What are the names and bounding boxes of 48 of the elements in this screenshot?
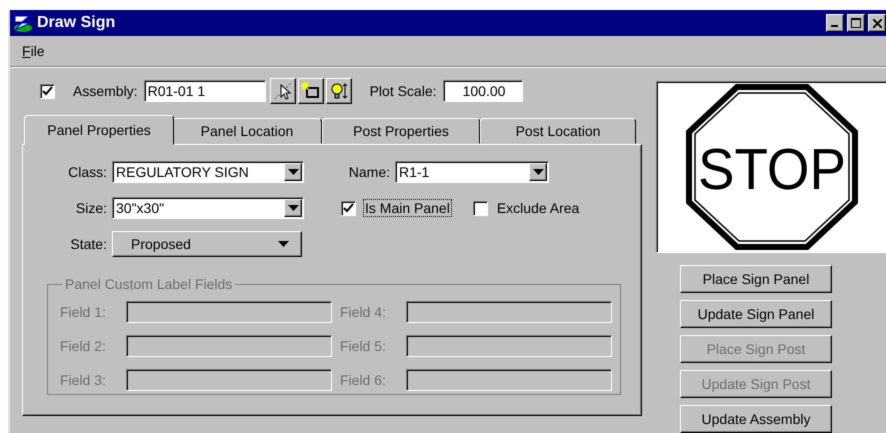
- combo-box[interactable]: 30"x30": [112, 197, 304, 219]
- field-label: Field 5:: [340, 338, 387, 354]
- caret-icon: [288, 169, 298, 175]
- field-label: Plot Scale:: [370, 83, 437, 99]
- assembly-field[interactable]: R01-01 1: [144, 80, 266, 102]
- tab[interactable]: Post Location: [480, 118, 636, 144]
- action-button[interactable]: Update Assembly: [680, 405, 832, 433]
- menu-item[interactable]: File: [18, 41, 49, 61]
- field-label: Field 6:: [340, 372, 387, 388]
- dropdown-button[interactable]: [284, 163, 302, 181]
- field-label: Field 1:: [60, 304, 107, 320]
- combo-box[interactable]: REGULATORY SIGN: [112, 161, 304, 183]
- field-label: Size:: [76, 200, 107, 216]
- checkbox[interactable]: [341, 200, 356, 216]
- field-label: Field 2:: [60, 338, 107, 354]
- field-label: Class:: [68, 164, 107, 180]
- combo-box[interactable]: R1-1: [395, 161, 549, 183]
- tab[interactable]: Panel Location: [172, 118, 322, 144]
- tab[interactable]: Post Properties: [322, 118, 480, 144]
- new-frame-icon[interactable]: [298, 78, 324, 104]
- field-label: Field 4:: [340, 304, 387, 320]
- caret-icon: [288, 205, 298, 211]
- checkbox-label: Exclude Area: [496, 200, 580, 216]
- caret-icon: [532, 169, 544, 175]
- state-dropdown[interactable]: Proposed: [112, 231, 302, 257]
- field-label: State:: [70, 236, 107, 252]
- lightbulb-icon[interactable]: [326, 78, 352, 104]
- group-title: Panel Custom Label Fields: [65, 276, 232, 292]
- checkbox[interactable]: [472, 200, 488, 216]
- field-label: Name:: [348, 164, 390, 180]
- tab[interactable]: Panel Properties: [24, 115, 174, 145]
- close-button[interactable]: [868, 14, 886, 32]
- maximize-icon: [851, 18, 861, 28]
- dropdown-button[interactable]: [529, 163, 547, 181]
- field-label: Assembly:: [73, 83, 138, 99]
- maximize-button[interactable]: [847, 14, 865, 32]
- window-title: Draw Sign: [37, 14, 116, 32]
- checkbox[interactable]: [40, 84, 55, 98]
- close-icon: [872, 18, 882, 28]
- pointer-icon[interactable]: [270, 78, 296, 104]
- action-button[interactable]: Place Sign Panel: [680, 265, 832, 293]
- plot-scale-field[interactable]: 100.00: [442, 80, 523, 102]
- field-label: Field 3:: [60, 372, 107, 388]
- minimize-button[interactable]: [826, 14, 844, 32]
- dropdown-button[interactable]: [284, 199, 302, 217]
- action-button[interactable]: Update Sign Panel: [680, 300, 832, 328]
- caret-icon: [278, 241, 289, 247]
- checkbox-label: Is Main Panel: [364, 200, 451, 216]
